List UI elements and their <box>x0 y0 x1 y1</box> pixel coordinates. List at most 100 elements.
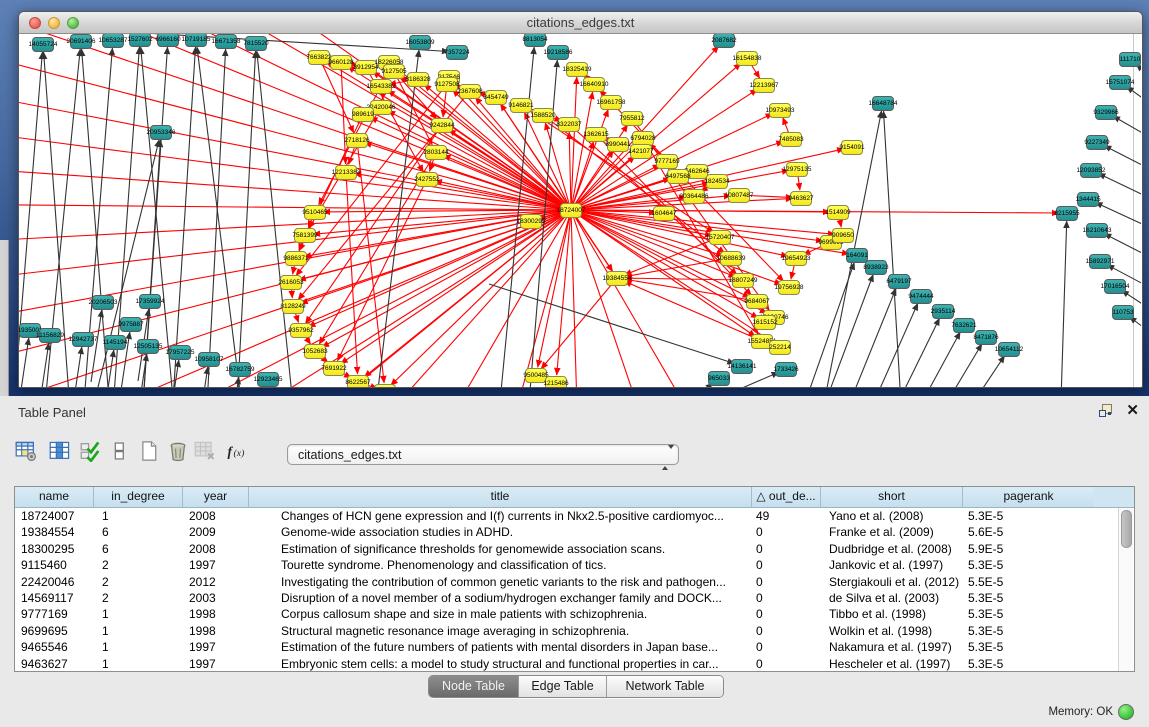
new-file-icon[interactable] <box>135 438 163 466</box>
graph-node[interactable]: 18325419 <box>566 62 588 77</box>
graph-node[interactable]: 111710 <box>1119 52 1141 67</box>
graph-node[interactable]: 9886371 <box>285 251 307 266</box>
tab-network-table[interactable]: Network Table <box>607 676 723 697</box>
graph-node[interactable]: 15720407 <box>709 230 731 245</box>
column-header-name[interactable]: name <box>15 487 94 507</box>
graph-node[interactable]: 7485083 <box>780 132 802 147</box>
graph-node[interactable]: 2616053 <box>280 275 302 290</box>
graph-node[interactable]: 9975887 <box>120 317 142 332</box>
graph-node[interactable]: 16961758 <box>600 95 622 110</box>
graph-node[interactable]: 12975135 <box>786 162 808 177</box>
graph-node[interactable]: 1615152 <box>754 315 776 330</box>
tab-edge-table[interactable]: Edge Table <box>519 676 607 697</box>
graph-node[interactable]: 19218586 <box>547 45 569 60</box>
graph-node[interactable]: 12942737 <box>72 332 94 347</box>
graph-node[interactable]: 19756928 <box>778 280 800 295</box>
graph-node[interactable]: 18724007 <box>560 203 582 218</box>
graph-node[interactable]: 10688639 <box>720 251 742 266</box>
graph-node[interactable]: 10654112 <box>998 342 1020 357</box>
graph-node[interactable]: 15892971 <box>1089 254 1111 269</box>
select-all-rows-icon[interactable] <box>77 438 105 466</box>
graph-node[interactable]: 17359924 <box>139 294 161 309</box>
graph-node[interactable]: 16782759 <box>229 362 251 377</box>
graph-node[interactable]: 16053809 <box>409 35 431 50</box>
graph-node[interactable]: 909650 <box>832 228 854 243</box>
table-row[interactable]: 911546021997Tourette syndrome. Phenomeno… <box>15 557 1134 573</box>
graph-node[interactable]: 9510465 <box>304 205 326 220</box>
table-row[interactable]: 946362711997Embryonic stem cells: a mode… <box>15 656 1134 672</box>
table-row[interactable]: 1938455462009Genome-wide association stu… <box>15 524 1134 540</box>
graph-node[interactable]: 16671358 <box>215 34 237 49</box>
graph-node[interactable]: 14136141 <box>731 359 753 374</box>
graph-node[interactable]: 17016504 <box>1104 279 1126 294</box>
graph-node[interactable]: 8938923 <box>865 260 887 275</box>
graph-node[interactable]: 16154838 <box>736 51 758 66</box>
graph-node[interactable]: 1604647 <box>653 206 675 221</box>
table-row[interactable]: 977716911998Corpus callosum shape and si… <box>15 606 1134 622</box>
graph-node[interactable]: 16648784 <box>872 96 894 111</box>
column-header-in_degree[interactable]: in_degree <box>94 487 183 507</box>
tab-node-table[interactable]: Node Table <box>429 676 519 697</box>
graph-node[interactable]: 9150151 <box>374 384 396 388</box>
graph-node[interactable]: 1588520 <box>532 108 554 123</box>
close-panel-icon[interactable]: ✕ <box>1126 404 1139 417</box>
graph-node[interactable]: 8622567 <box>347 375 369 388</box>
table-row[interactable]: 946554611997Estimation of the future num… <box>15 639 1134 655</box>
graph-node[interactable]: 8990441 <box>607 137 629 152</box>
graph-node[interactable]: 7691922 <box>323 361 345 376</box>
graph-node[interactable]: 9154091 <box>841 140 863 155</box>
graph-node[interactable]: 9146821 <box>510 98 532 113</box>
graph-node[interactable]: 8322037 <box>558 117 580 132</box>
graph-node[interactable]: 9329966 <box>1095 105 1117 120</box>
graph-node[interactable]: 10653287 <box>102 34 124 48</box>
graph-node[interactable]: 12213967 <box>753 78 775 93</box>
graph-node[interactable]: 10958107 <box>198 352 220 367</box>
graph-node[interactable]: 12923465 <box>257 372 279 387</box>
table-row[interactable]: 1872400712008Changes of HCN gene express… <box>15 508 1134 524</box>
graph-node[interactable]: 2427552 <box>416 172 438 187</box>
float-panel-icon[interactable] <box>1099 404 1112 417</box>
graph-node[interactable]: 1145194 <box>104 335 126 350</box>
table-settings-icon[interactable] <box>12 438 40 466</box>
graph-node[interactable]: 989619 <box>352 107 374 122</box>
graph-node[interactable]: 1514909 <box>827 205 849 220</box>
graph-node[interactable]: 18807249 <box>732 273 754 288</box>
graph-node[interactable]: 1527602 <box>129 34 151 47</box>
graph-node[interactable]: 20691406 <box>70 34 92 49</box>
delete-rows-trash-icon[interactable] <box>164 438 192 466</box>
graph-node[interactable]: 9777169 <box>656 154 678 169</box>
network-view-window[interactable]: citations_edges.txt 14055724206914061065… <box>18 11 1143 388</box>
graph-node[interactable]: 8471876 <box>975 330 997 345</box>
graph-node[interactable]: 12093852 <box>1080 163 1102 178</box>
column-header-title[interactable]: title <box>249 487 752 507</box>
graph-node[interactable]: 19384554 <box>606 271 628 286</box>
graph-node[interactable]: 10973493 <box>769 103 791 118</box>
graph-node[interactable]: 1421077 <box>630 144 652 159</box>
graph-node[interactable]: 1362615 <box>585 127 607 142</box>
graph-node[interactable]: 8215955 <box>1056 206 1078 221</box>
graph-node[interactable]: 7663822 <box>308 50 330 65</box>
graph-node[interactable]: 7955812 <box>621 111 643 126</box>
graph-node[interactable]: 2087682 <box>713 34 735 48</box>
column-header-pagerank[interactable]: pagerank <box>963 487 1094 507</box>
graph-node[interactable]: 2718126 <box>346 133 368 148</box>
column-header-out_de[interactable]: △ out_de... <box>752 487 821 507</box>
graph-node[interactable]: 9463627 <box>790 191 812 206</box>
graph-node[interactable]: 7632621 <box>953 318 975 333</box>
graph-node[interactable]: 1052683 <box>304 344 326 359</box>
graph-node[interactable]: 2803144 <box>425 145 447 160</box>
graph-node[interactable]: 20953346 <box>150 125 172 140</box>
graph-node[interactable]: 965033 <box>708 371 730 386</box>
graph-node[interactable]: 10719185 <box>185 34 207 47</box>
graph-node[interactable]: 1824534 <box>706 174 728 189</box>
graph-node[interactable]: 17957225 <box>169 345 191 360</box>
graph-node[interactable]: 110753 <box>1112 305 1134 320</box>
graph-node[interactable]: 8128249 <box>282 299 304 314</box>
graph-node[interactable]: 18300295 <box>520 214 542 229</box>
function-fx-icon[interactable]: f(x) <box>222 438 250 466</box>
table-row[interactable]: 969969511998Structural magnetic resonanc… <box>15 623 1134 639</box>
graph-node[interactable]: 2367608 <box>459 84 481 99</box>
window-titlebar[interactable]: citations_edges.txt <box>19 12 1142 34</box>
table-row[interactable]: 1830029562008Estimation of significance … <box>15 541 1134 557</box>
graph-node[interactable]: 10807487 <box>728 188 750 203</box>
